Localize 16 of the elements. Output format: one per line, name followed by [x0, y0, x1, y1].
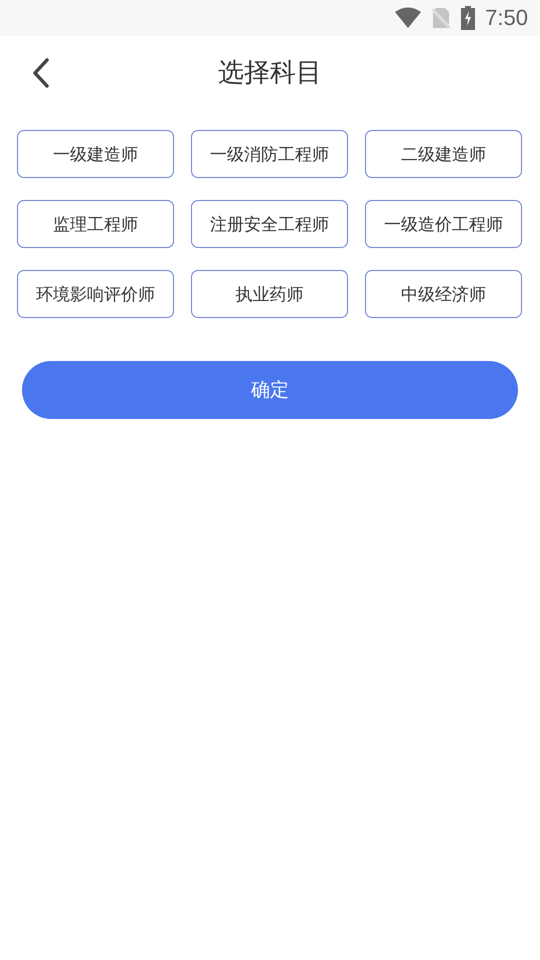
battery-icon [461, 6, 476, 30]
status-time: 7:50 [485, 5, 528, 31]
no-sim-icon [431, 7, 452, 29]
subject-option[interactable]: 环境影响评价师 [17, 270, 174, 318]
wifi-icon [395, 7, 422, 29]
subject-option[interactable]: 一级消防工程师 [191, 130, 348, 178]
subject-option[interactable]: 一级建造师 [17, 130, 174, 178]
subject-option[interactable]: 二级建造师 [365, 130, 522, 178]
confirm-button[interactable]: 确定 [22, 361, 518, 419]
subject-option[interactable]: 执业药师 [191, 270, 348, 318]
page-title: 选择科目 [218, 56, 322, 90]
back-icon[interactable] [33, 58, 49, 88]
subject-option[interactable]: 监理工程师 [17, 200, 174, 248]
subject-option[interactable]: 注册安全工程师 [191, 200, 348, 248]
subject-option[interactable]: 中级经济师 [365, 270, 522, 318]
subject-option[interactable]: 一级造价工程师 [365, 200, 522, 248]
